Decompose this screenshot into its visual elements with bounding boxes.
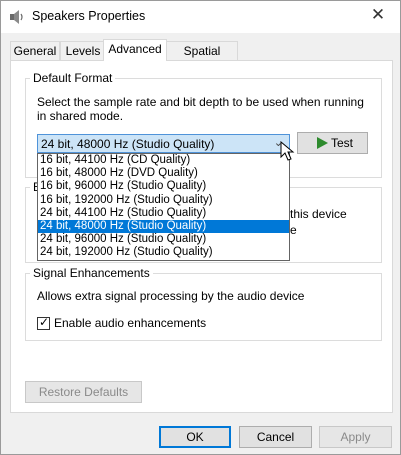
title-bar[interactable]: Speakers Properties ✕ [1, 1, 400, 33]
dropdown-option[interactable]: 16 bit, 44100 Hz (CD Quality) [38, 154, 289, 167]
exclusive-mode-text-fragment-2: e [290, 223, 297, 237]
speaker-icon [10, 10, 23, 24]
restore-defaults-button[interactable]: Restore Defaults [25, 381, 142, 403]
window-title: Speakers Properties [32, 9, 146, 23]
cancel-button[interactable]: Cancel [239, 426, 312, 448]
properties-window: Speakers Properties ✕ General Levels Adv… [0, 0, 401, 455]
tab-spatial-sound[interactable]: Spatial sound [166, 41, 238, 76]
apply-button[interactable]: Apply [319, 426, 392, 448]
dropdown-option[interactable]: 16 bit, 48000 Hz (DVD Quality) [38, 167, 289, 180]
dropdown-option[interactable]: 16 bit, 96000 Hz (Studio Quality) [38, 180, 289, 193]
sample-rate-selected-value: 24 bit, 48000 Hz (Studio Quality) [41, 137, 215, 151]
signal-enhancements-description: Allows extra signal processing by the au… [37, 289, 305, 303]
dropdown-option[interactable]: 16 bit, 192000 Hz (Studio Quality) [38, 194, 289, 207]
dropdown-option[interactable]: 24 bit, 96000 Hz (Studio Quality) [38, 233, 289, 246]
signal-enhancements-title: Signal Enhancements [30, 266, 153, 280]
sample-rate-select[interactable]: 24 bit, 48000 Hz (Studio Quality) ⌄ [37, 134, 290, 153]
default-format-description-2: in shared mode. [37, 109, 124, 123]
tab-general[interactable]: General [10, 41, 60, 60]
tab-advanced[interactable]: Advanced [103, 39, 167, 61]
play-icon [317, 137, 328, 149]
dropdown-option[interactable]: 24 bit, 192000 Hz (Studio Quality) [38, 246, 289, 259]
test-button-label: Test [331, 136, 354, 150]
ok-button[interactable]: OK [159, 426, 231, 448]
tab-levels[interactable]: Levels [60, 41, 106, 60]
exclusive-mode-text-fragment-1: this device [290, 207, 347, 221]
default-format-description-1: Select the sample rate and bit depth to … [37, 95, 364, 109]
sample-rate-dropdown-list[interactable]: 16 bit, 44100 Hz (CD Quality) 16 bit, 48… [37, 153, 290, 261]
close-button[interactable]: ✕ [366, 5, 390, 25]
enable-audio-enhancements-label[interactable]: Enable audio enhancements [54, 316, 206, 331]
dropdown-option-selected[interactable]: 24 bit, 48000 Hz (Studio Quality) [38, 219, 289, 234]
default-format-title: Default Format [30, 71, 116, 85]
enable-audio-enhancements-checkbox[interactable]: ✓ [37, 315, 50, 330]
mouse-cursor-icon [280, 141, 295, 161]
test-button[interactable]: Test [297, 132, 368, 154]
dropdown-option[interactable]: 24 bit, 44100 Hz (Studio Quality) [38, 207, 289, 220]
check-icon: ✓ [39, 315, 50, 329]
